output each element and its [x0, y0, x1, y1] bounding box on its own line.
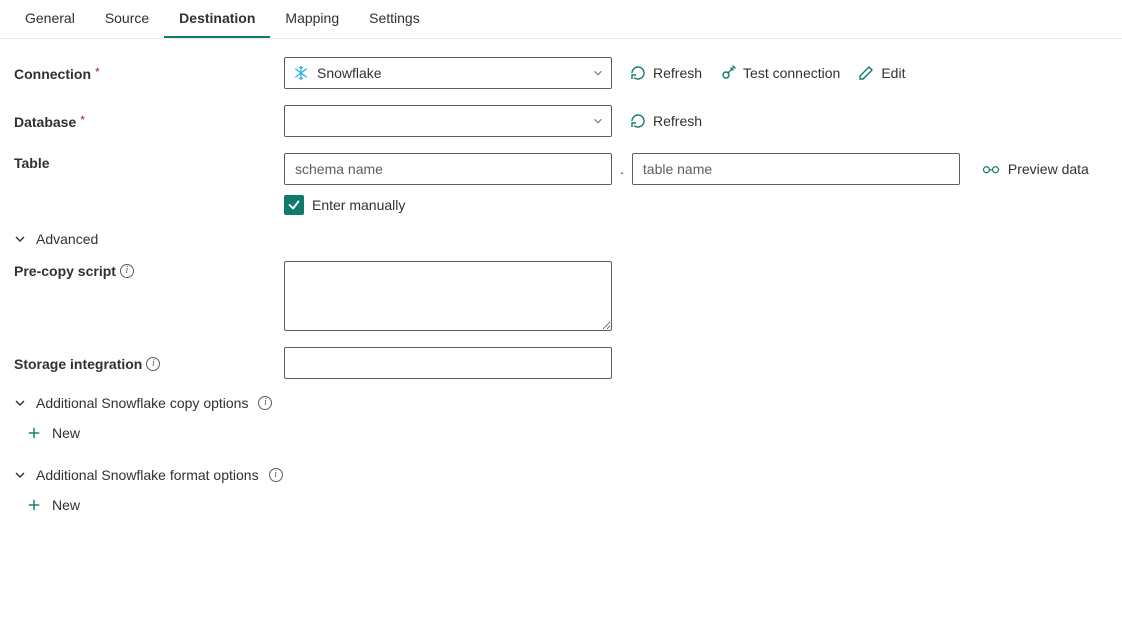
- chevron-down-icon: [14, 469, 26, 481]
- connection-value: Snowflake: [317, 65, 382, 81]
- preview-data-button[interactable]: Preview data: [982, 161, 1089, 177]
- info-icon[interactable]: i: [258, 396, 272, 410]
- label-pre-copy-script: Pre-copy script: [14, 263, 116, 279]
- chevron-down-icon: [593, 68, 603, 78]
- tab-source[interactable]: Source: [90, 0, 164, 38]
- info-icon[interactable]: i: [120, 264, 134, 278]
- copy-options-label: Additional Snowflake copy options: [36, 395, 248, 411]
- refresh-icon: [630, 113, 646, 129]
- refresh-connection-button[interactable]: Refresh: [630, 65, 702, 81]
- refresh-label: Refresh: [653, 65, 702, 81]
- pre-copy-script-textarea[interactable]: [284, 261, 612, 331]
- enter-manually-checkbox[interactable]: [284, 195, 304, 215]
- copy-options-section-toggle[interactable]: Additional Snowflake copy options i: [14, 395, 1108, 411]
- plug-icon: [720, 65, 736, 81]
- chevron-down-icon: [14, 233, 26, 245]
- test-connection-label: Test connection: [743, 65, 840, 81]
- info-icon[interactable]: i: [146, 357, 160, 371]
- format-options-section-toggle[interactable]: Additional Snowflake format options i: [14, 467, 1108, 483]
- advanced-section-toggle[interactable]: Advanced: [14, 231, 1108, 247]
- dot-separator: .: [620, 161, 624, 177]
- edit-label: Edit: [881, 65, 905, 81]
- pencil-icon: [858, 65, 874, 81]
- table-name-input[interactable]: [632, 153, 960, 185]
- new-label: New: [52, 497, 80, 513]
- tab-settings[interactable]: Settings: [354, 0, 435, 38]
- test-connection-button[interactable]: Test connection: [720, 65, 840, 81]
- label-database: Database: [14, 114, 76, 130]
- required-star-icon: *: [80, 113, 85, 127]
- chevron-down-icon: [593, 116, 603, 126]
- schema-name-input[interactable]: [284, 153, 612, 185]
- tab-mapping[interactable]: Mapping: [270, 0, 354, 38]
- tab-general[interactable]: General: [10, 0, 90, 38]
- plus-icon: [26, 426, 42, 440]
- label-connection: Connection: [14, 66, 91, 82]
- required-star-icon: *: [95, 65, 100, 79]
- snowflake-icon: [293, 65, 309, 81]
- new-format-option-button[interactable]: New: [26, 497, 80, 513]
- preview-data-label: Preview data: [1008, 161, 1089, 177]
- storage-integration-input[interactable]: [284, 347, 612, 379]
- edit-connection-button[interactable]: Edit: [858, 65, 905, 81]
- connection-select[interactable]: Snowflake: [284, 57, 612, 89]
- database-select[interactable]: [284, 105, 612, 137]
- tab-bar: General Source Destination Mapping Setti…: [0, 0, 1122, 39]
- info-icon[interactable]: i: [269, 468, 283, 482]
- plus-icon: [26, 498, 42, 512]
- enter-manually-label: Enter manually: [312, 197, 405, 213]
- advanced-label: Advanced: [36, 231, 98, 247]
- tab-destination[interactable]: Destination: [164, 0, 270, 38]
- format-options-label: Additional Snowflake format options: [36, 467, 259, 483]
- label-storage-integration: Storage integration: [14, 356, 142, 372]
- new-copy-option-button[interactable]: New: [26, 425, 80, 441]
- new-label: New: [52, 425, 80, 441]
- refresh-icon: [630, 65, 646, 81]
- glasses-icon: [982, 162, 1000, 176]
- chevron-down-icon: [14, 397, 26, 409]
- label-table: Table: [14, 155, 50, 171]
- refresh-label: Refresh: [653, 113, 702, 129]
- refresh-database-button[interactable]: Refresh: [630, 113, 702, 129]
